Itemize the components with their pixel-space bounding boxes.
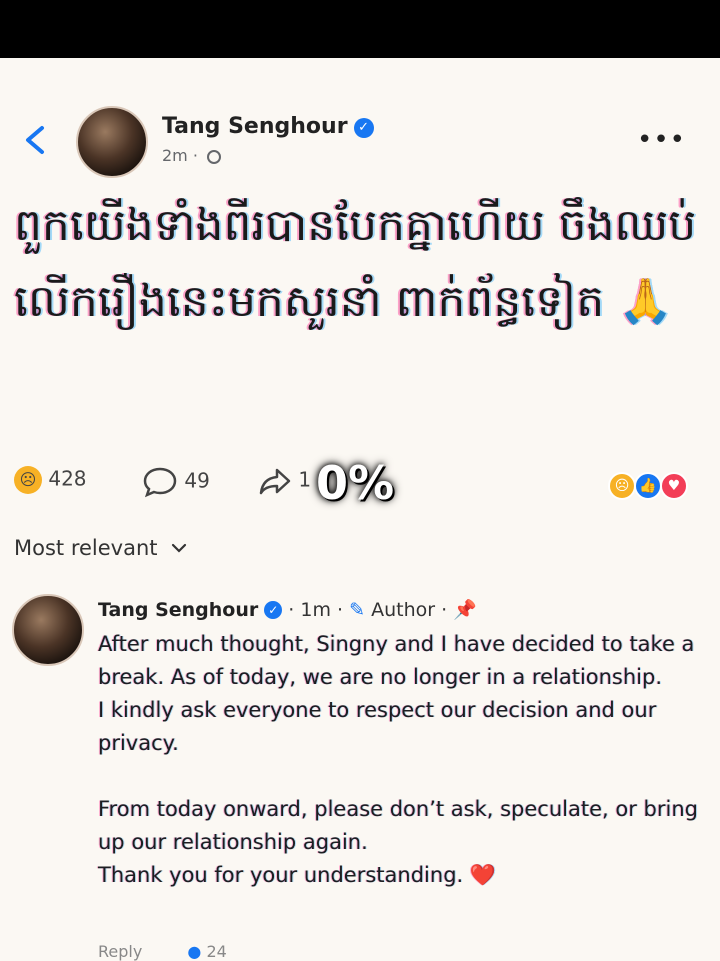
- comment-header: Tang Senghour ✓ · 1m · ✎ Author · 📌: [98, 599, 477, 621]
- author-badge: Author: [371, 599, 436, 621]
- sad-reaction-icon: ☹: [608, 472, 636, 500]
- like-count-icon: ●: [187, 942, 202, 961]
- globe-icon: [207, 150, 222, 164]
- comment-bubble-icon: [143, 467, 177, 498]
- comment-line: Thank you for your understanding. ❤️: [98, 863, 497, 887]
- post-time[interactable]: 2m: [162, 146, 188, 165]
- pencil-icon: ✎: [349, 599, 366, 621]
- post-actions-bar: ☹ 428 49 1 0% ☹ 👍 ♥: [0, 456, 720, 516]
- more-options-icon[interactable]: •••: [637, 127, 686, 153]
- back-arrow-icon[interactable]: [20, 120, 50, 160]
- comment-footer: Reply ● 24: [98, 942, 227, 961]
- pin-icon: 📌: [453, 599, 477, 621]
- commenter-avatar[interactable]: [12, 594, 84, 666]
- verified-badge-icon: ✓: [353, 118, 374, 138]
- top-black-bar: [0, 0, 720, 58]
- author-name[interactable]: Tang Senghour ✓: [162, 114, 374, 139]
- comment-body: After much thought, Singny and I have de…: [98, 628, 698, 892]
- post-header: Tang Senghour ✓ 2m · •••: [0, 100, 720, 180]
- comment-line: From today onward, please don’t ask, spe…: [98, 797, 698, 854]
- post-meta: 2m ·: [162, 146, 222, 165]
- comment-sort-dropdown[interactable]: Most relevant: [14, 536, 188, 560]
- verified-badge-icon: ✓: [264, 601, 283, 619]
- progress-overlay-percent: 0%: [316, 456, 395, 510]
- reply-link[interactable]: Reply: [98, 942, 142, 961]
- share-button[interactable]: 1: [258, 466, 311, 496]
- comment-item: Tang Senghour ✓ · 1m · ✎ Author · 📌 After…: [0, 590, 720, 961]
- commenter-name[interactable]: Tang Senghour: [98, 599, 258, 621]
- reactions-count: 428: [48, 466, 87, 491]
- author-avatar[interactable]: [76, 106, 148, 178]
- author-name-text[interactable]: Tang Senghour: [162, 114, 348, 139]
- comment-line: After much thought, Singny and I have de…: [98, 632, 695, 689]
- reaction-summary[interactable]: ☹ 👍 ♥: [608, 472, 694, 502]
- share-arrow-icon: [259, 468, 291, 495]
- shares-count: 1: [298, 467, 312, 492]
- comment-button[interactable]: 49: [142, 466, 210, 498]
- comment-time: 1m: [300, 599, 331, 621]
- sad-reaction-icon: ☹: [14, 466, 42, 494]
- comment-line: I kindly ask everyone to respect our dec…: [98, 698, 657, 755]
- chevron-down-icon: [172, 543, 187, 553]
- love-reaction-icon: ♥: [660, 472, 688, 500]
- post-text: ពួកយើងទាំងពីរបានបែកគ្នាហើយ ចឹងឈប់លើករឿងន…: [14, 200, 697, 327]
- sort-label: Most relevant: [14, 536, 158, 560]
- reaction-button[interactable]: ☹ 428: [14, 466, 87, 494]
- like-reaction-icon: 👍: [634, 472, 662, 500]
- comments-count: 49: [184, 468, 210, 493]
- comment-like-count: 24: [206, 942, 227, 961]
